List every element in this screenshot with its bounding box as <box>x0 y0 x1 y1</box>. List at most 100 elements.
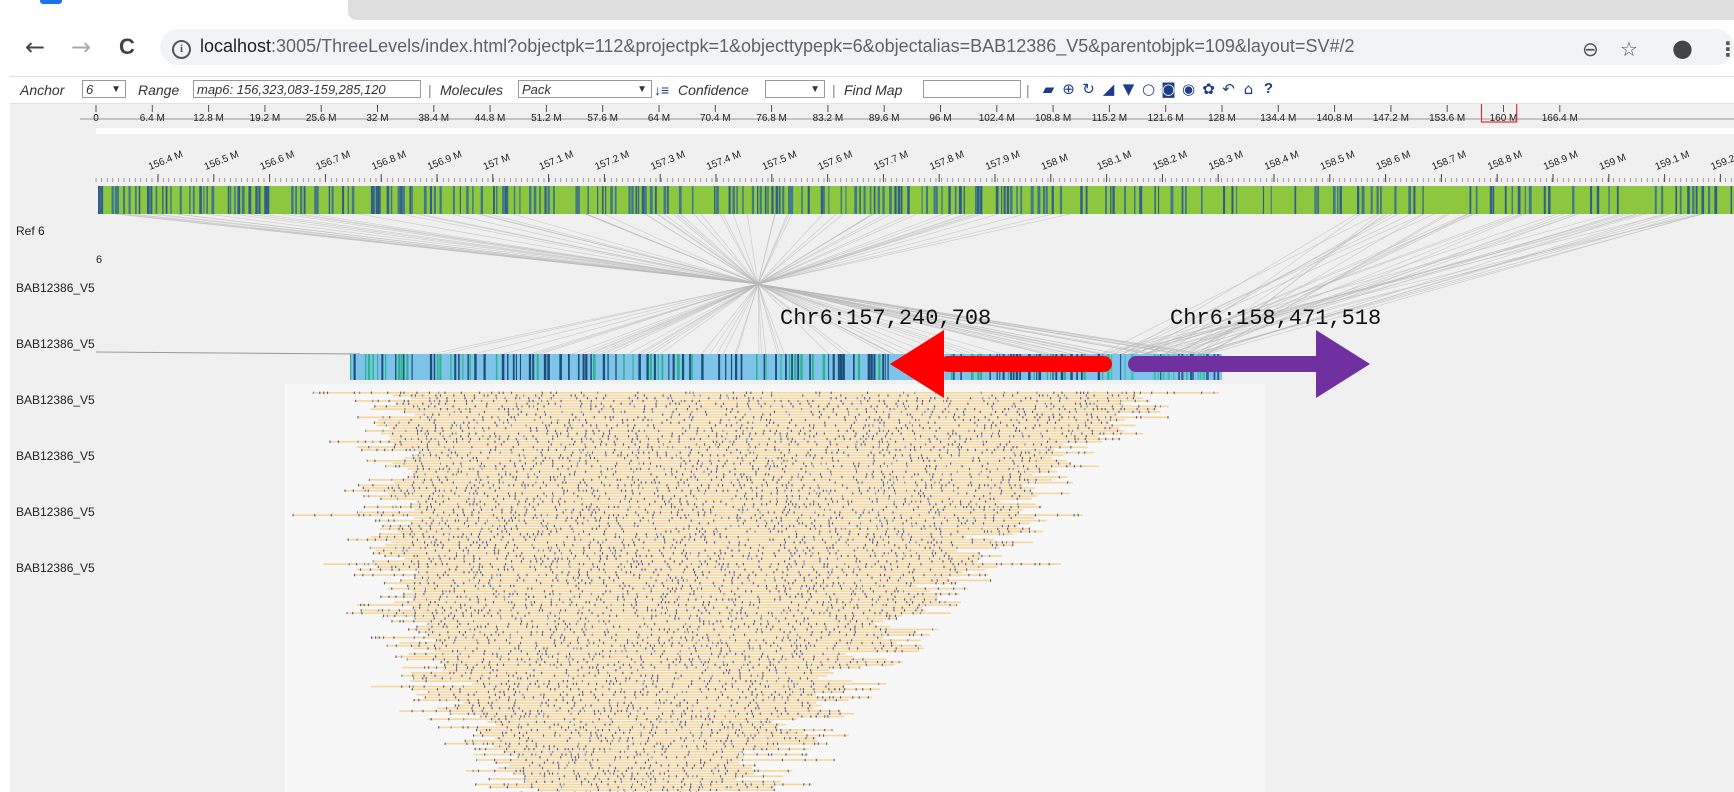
refresh-icon[interactable]: ↻ <box>1080 80 1097 98</box>
molecule-label-mark <box>783 543 785 547</box>
eraser-icon[interactable]: ◢ <box>1100 80 1117 98</box>
molecule-label-mark <box>434 601 436 604</box>
alignment-line <box>419 213 759 355</box>
molecule-label-mark <box>825 497 827 501</box>
molecule-label-mark <box>937 508 939 511</box>
home-icon[interactable]: ⌂ <box>1240 80 1257 98</box>
molecule-label-mark <box>594 552 596 555</box>
molecule-label-mark <box>747 538 749 541</box>
molecule-label-mark <box>749 407 751 411</box>
molecule-label-mark <box>884 573 886 577</box>
molecule-label-mark <box>368 494 370 498</box>
separator: | <box>1026 82 1030 98</box>
molecule-label-mark <box>404 407 406 411</box>
molecule-label-mark <box>435 426 437 430</box>
confidence-select[interactable]: ▼ <box>765 80 825 98</box>
reload-icon[interactable]: C <box>114 34 140 60</box>
eye-icon[interactable]: ◉ <box>1180 80 1197 98</box>
molecule-label-mark <box>535 481 537 484</box>
molecule-label-mark <box>484 546 486 550</box>
filter-icon[interactable]: ▼ <box>1120 80 1137 98</box>
molecule-label-mark <box>363 514 365 517</box>
molecule-label-mark <box>495 505 497 509</box>
molecule-label-mark <box>999 443 1001 446</box>
molecule-label-mark <box>930 413 932 416</box>
account-icon[interactable]: ● <box>1672 34 1693 62</box>
molecule-label-mark <box>809 516 812 520</box>
ref-label-mark <box>605 186 607 214</box>
molecule-label-mark <box>990 426 992 430</box>
molecule-label-mark <box>485 603 487 607</box>
molecule-label-mark <box>678 435 680 438</box>
molecule-label-mark <box>676 514 678 517</box>
menu-icon[interactable]: ⋮ <box>1718 37 1734 61</box>
molecule-label-mark <box>588 601 590 604</box>
zoom-in-icon[interactable]: ⊕ <box>1060 80 1077 98</box>
molecule-label-mark <box>934 481 936 484</box>
sort-icon[interactable]: ↓≡ <box>654 82 669 98</box>
molecule-label-mark <box>441 606 443 609</box>
folder-open-icon[interactable]: ▰ <box>1040 80 1057 98</box>
molecule-label-mark <box>933 407 935 411</box>
molecule-label-mark <box>459 424 461 427</box>
genome-map-canvas[interactable]: 0 6.4 M 12.8 M 19.2 M 25.6 M 32 M 38.4 M 44.8 M… <box>10 104 1734 792</box>
molecule-label-mark <box>661 582 663 585</box>
molecule-label-mark <box>622 582 624 585</box>
range-input[interactable]: map6: 156,323,083-159,285,120 <box>193 80 421 98</box>
undo-icon[interactable]: ↶ <box>1220 80 1237 98</box>
consensus-label-mark <box>593 354 596 380</box>
molecule-label-mark <box>442 467 444 471</box>
molecule-label-mark <box>658 429 660 433</box>
molecule-label-mark <box>555 508 558 511</box>
molecule-label-mark <box>337 440 339 443</box>
molecule-label-mark <box>884 516 886 520</box>
info-icon[interactable]: i <box>172 40 191 59</box>
molecule-label-mark <box>690 470 692 473</box>
molecule-label-mark <box>941 473 943 476</box>
molecule-label-mark <box>813 535 815 539</box>
molecule-label-mark <box>524 462 527 465</box>
detail-ruler-label: 156.9 M <box>426 149 464 173</box>
molecule-label-mark <box>1032 426 1034 430</box>
molecule-label-mark <box>1070 446 1072 449</box>
back-icon[interactable]: ← <box>22 33 48 61</box>
url-text[interactable]: localhost:3005/ThreeLevels/index.html?ob… <box>200 36 1354 57</box>
molecule-label-mark <box>723 475 725 479</box>
molecule-label-mark <box>851 500 853 503</box>
molecule-label-mark <box>633 573 635 577</box>
molecule-label-mark <box>934 573 936 577</box>
forward-icon[interactable]: → <box>68 33 94 61</box>
anchor-select[interactable]: 6 ▼ <box>82 80 126 98</box>
molecule-label-mark <box>688 454 690 457</box>
molecule-label-mark <box>360 603 362 607</box>
ref-label-mark <box>117 186 119 214</box>
zoom-icon[interactable]: ⊖ <box>1582 37 1599 61</box>
molecule-label-mark <box>958 443 960 446</box>
molecule-label-mark <box>776 481 778 484</box>
camera-icon[interactable]: ◙ <box>1160 80 1177 98</box>
find-map-input[interactable] <box>923 80 1021 98</box>
help-icon[interactable]: ? <box>1260 80 1277 97</box>
molecule-label-mark <box>645 554 647 558</box>
consensus-label-mark <box>483 354 486 380</box>
molecule-label-mark <box>974 421 976 424</box>
molecule-label-mark <box>733 571 735 574</box>
molecule-label-mark <box>835 552 837 555</box>
star-icon[interactable]: ☆ <box>1620 37 1638 61</box>
molecule-label-mark <box>1052 416 1055 419</box>
molecule-label-mark <box>858 413 860 416</box>
molecule-label-mark <box>414 394 416 397</box>
circle-icon[interactable]: ○ <box>1140 80 1157 98</box>
settings-icon[interactable]: ✿ <box>1200 80 1217 98</box>
molecules-select[interactable]: Pack ▼ <box>518 80 652 98</box>
molecule-label-mark <box>1020 473 1022 476</box>
molecule-label-mark <box>1033 454 1036 457</box>
molecule-label-mark <box>720 405 722 408</box>
molecule-label-mark <box>532 405 535 408</box>
molecule-label-mark <box>432 519 434 522</box>
molecule-label-mark <box>788 399 790 403</box>
molecule-label-mark <box>734 592 736 596</box>
ref-label-mark <box>1110 186 1112 214</box>
ref-label-mark <box>386 186 390 214</box>
molecule-label-mark <box>614 465 617 468</box>
